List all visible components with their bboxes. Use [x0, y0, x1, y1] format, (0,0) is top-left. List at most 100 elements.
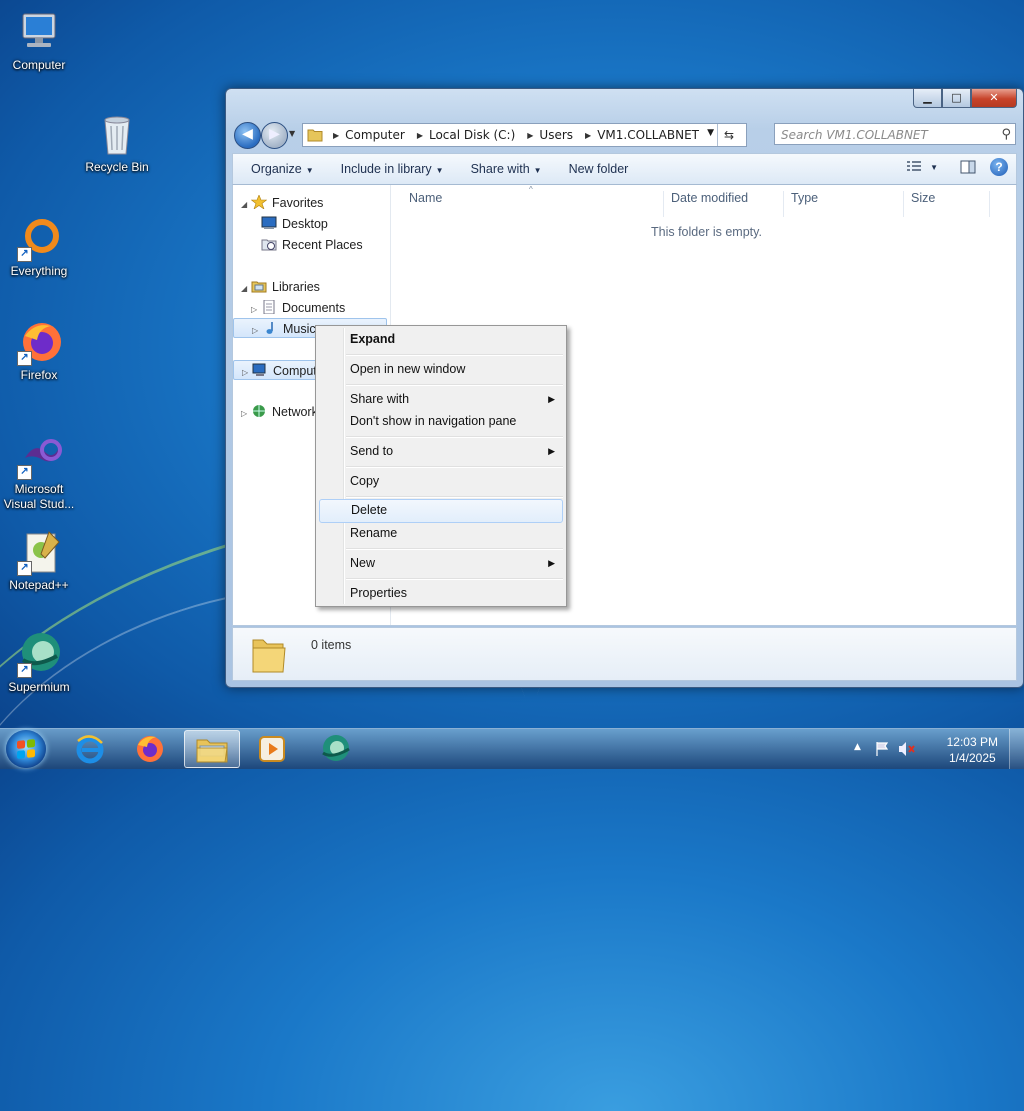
windows-logo-icon	[17, 739, 35, 759]
menu-item-share-with[interactable]: Share with ▶	[319, 388, 563, 410]
close-button[interactable]: ✕	[971, 89, 1017, 108]
show-hidden-icons-icon[interactable]: ▲	[854, 742, 861, 752]
menu-item-open-in-new-window[interactable]: Open in new window	[319, 358, 563, 380]
menu-separator	[346, 578, 563, 580]
menu-item-label: Open in new window	[350, 362, 466, 376]
desktop-icon-everything[interactable]: ↗ Everything	[0, 214, 78, 278]
column-headers: Name ^ Date modified Type Size	[391, 185, 1016, 217]
menu-item-copy[interactable]: Copy	[319, 470, 563, 492]
taskbar-windows-explorer[interactable]	[184, 730, 240, 768]
column-separator[interactable]	[903, 191, 904, 217]
details-pane: 0 items	[232, 627, 1017, 681]
nav-libraries[interactable]: ◢ Libraries	[241, 277, 320, 297]
breadcrumb-separator-icon[interactable]: ▶	[417, 131, 423, 140]
address-bar[interactable]: ▶ Computer ▶ Local Disk (C:) ▶ Users ▶ V…	[302, 123, 747, 147]
column-separator[interactable]	[783, 191, 784, 217]
column-name[interactable]: Name	[409, 191, 442, 205]
menu-item-send-to[interactable]: Send to ▶	[319, 440, 563, 462]
shortcut-arrow-icon: ↗	[17, 465, 32, 480]
taskbar-supermium[interactable]	[308, 730, 364, 768]
nav-favorites[interactable]: ◢ Favorites	[241, 193, 323, 213]
taskbar-firefox[interactable]	[122, 730, 178, 768]
minimize-button[interactable]: ▁	[913, 89, 942, 108]
search-placeholder: Search VM1.COLLABNET	[781, 128, 928, 142]
maximize-button[interactable]: □	[942, 89, 971, 108]
nav-label: Comput	[273, 364, 317, 378]
new-folder-button[interactable]: New folder	[560, 162, 638, 176]
view-options-icon[interactable]	[906, 160, 922, 174]
desktop-icon-computer[interactable]: Computer	[0, 8, 78, 72]
nav-recent-places[interactable]: Recent Places	[261, 235, 363, 255]
breadcrumb-separator-icon[interactable]: ▶	[527, 131, 533, 140]
expand-icon[interactable]: ▷	[242, 363, 252, 383]
menu-item-rename[interactable]: Rename	[319, 522, 563, 544]
action-center-flag-icon[interactable]	[874, 741, 890, 757]
breadcrumb-separator-icon[interactable]: ▶	[333, 131, 339, 140]
include-in-library-label: Include in library	[340, 162, 432, 176]
menu-separator	[346, 548, 563, 550]
libraries-icon	[251, 281, 267, 293]
start-button[interactable]	[6, 730, 46, 768]
help-icon[interactable]: ?	[990, 158, 1008, 176]
show-desktop-button[interactable]	[1009, 729, 1024, 769]
collapse-icon[interactable]: ◢	[241, 279, 251, 299]
submenu-arrow-icon: ▶	[548, 394, 555, 404]
breadcrumb-vm1-collabnet[interactable]: VM1.COLLABNET	[597, 128, 699, 142]
expand-icon[interactable]: ▷	[241, 404, 251, 424]
menu-item-properties[interactable]: Properties	[319, 582, 563, 604]
menu-item-delete[interactable]: Delete	[319, 499, 563, 523]
nav-documents[interactable]: ▷ Documents	[251, 298, 345, 318]
refresh-icon[interactable]: ⇆	[717, 124, 740, 146]
menu-separator	[346, 496, 563, 498]
computer-icon	[252, 363, 266, 376]
menu-item-dont-show-in-navigation-pane[interactable]: Don't show in navigation pane	[319, 410, 563, 432]
desktop-icon-visual-studio[interactable]: ↗ Microsoft Visual Stud...	[0, 432, 78, 512]
share-with-button[interactable]: Share with ▼	[462, 162, 551, 176]
system-tray: ▲ 12:03 PM 1/4/2025	[854, 729, 1024, 769]
notepad-plus-plus-icon: ↗	[15, 528, 63, 576]
desktop-icon-firefox[interactable]: ↗ Firefox	[0, 318, 78, 382]
breadcrumb-computer[interactable]: Computer	[345, 128, 405, 142]
desktop-icon-supermium[interactable]: ↗ Supermium	[0, 630, 78, 694]
menu-item-new[interactable]: New ▶	[319, 552, 563, 574]
menu-separator	[346, 384, 563, 386]
forward-button[interactable]: ▶	[261, 122, 288, 149]
preview-pane-icon[interactable]	[960, 160, 976, 174]
column-type[interactable]: Type	[791, 191, 818, 205]
column-separator[interactable]	[663, 191, 664, 217]
breadcrumb-users[interactable]: Users	[539, 128, 573, 142]
column-size[interactable]: Size	[911, 191, 935, 205]
desktop-icon-label: Computer	[12, 58, 66, 72]
address-dropdown-icon[interactable]: ▼	[707, 128, 714, 138]
desktop-icon-label: Recycle Bin	[85, 160, 149, 174]
search-icon[interactable]: ⚲	[1001, 124, 1011, 146]
chevron-down-icon[interactable]: ▼	[930, 163, 938, 172]
expand-icon[interactable]: ▷	[252, 321, 262, 341]
clock[interactable]: 12:03 PM 1/4/2025	[947, 734, 998, 766]
taskbar-internet-explorer[interactable]	[62, 730, 118, 768]
desktop-icon-notepad-plus-plus[interactable]: ↗ Notepad++	[0, 528, 78, 592]
back-button[interactable]: ◀	[234, 122, 261, 149]
nav-desktop[interactable]: Desktop	[261, 214, 328, 234]
shortcut-arrow-icon: ↗	[17, 561, 32, 576]
search-input[interactable]: Search VM1.COLLABNET ⚲	[774, 123, 1016, 145]
recent-places-icon	[261, 239, 277, 251]
menu-item-label: New	[350, 556, 376, 570]
column-separator[interactable]	[989, 191, 990, 217]
collapse-icon[interactable]: ◢	[241, 195, 251, 215]
clock-date: 1/4/2025	[948, 751, 996, 765]
expand-icon[interactable]: ▷	[251, 300, 261, 320]
desktop-icon-recycle-bin[interactable]: Recycle Bin	[78, 110, 156, 174]
taskbar-media-player[interactable]	[244, 730, 300, 768]
menu-item-label: Share with	[350, 392, 410, 406]
nav-network[interactable]: ▷ Network	[241, 402, 318, 422]
breadcrumb-local-disk[interactable]: Local Disk (C:)	[429, 128, 515, 142]
folder-icon	[307, 129, 323, 142]
column-date-modified[interactable]: Date modified	[671, 191, 748, 205]
organize-button[interactable]: Organize ▼	[242, 162, 323, 176]
include-in-library-button[interactable]: Include in library ▼	[332, 162, 453, 176]
volume-muted-icon[interactable]	[898, 741, 916, 757]
recent-pages-dropdown[interactable]: ▼	[289, 129, 295, 138]
menu-item-expand[interactable]: Expand	[319, 328, 563, 350]
breadcrumb-separator-icon[interactable]: ▶	[585, 131, 591, 140]
